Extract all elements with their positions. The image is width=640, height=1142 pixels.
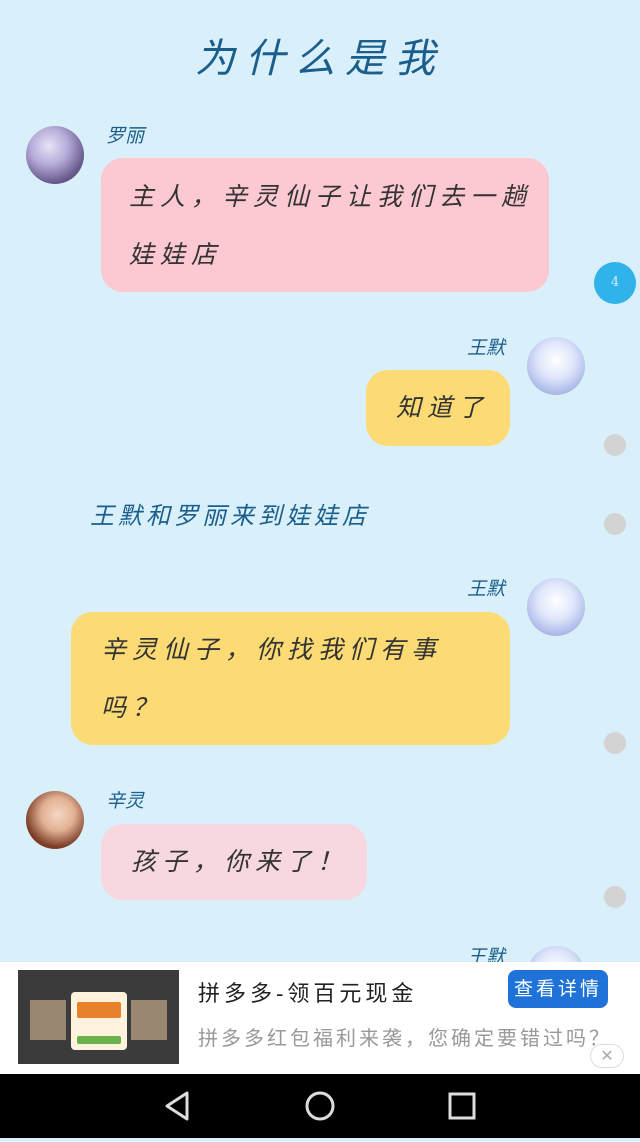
speaker-name: 罗丽 [106,125,145,147]
avatar[interactable] [26,126,84,184]
message-bubble[interactable]: 主人，辛灵仙子让我们去一趟 娃娃店 [101,158,549,292]
page-title: 为什么是我 [195,36,445,82]
ad-banner[interactable]: 拼多多-领百元现金 拼多多红包福利来袭，您确定要错过吗？ 查看详情 ✕ [0,962,640,1074]
speaker-name: 王默 [467,578,506,600]
speaker-name: 辛灵 [106,790,145,812]
message-text: 知道了 [396,393,490,422]
message-bubble[interactable]: 辛灵仙子，你找我们有事 吗？ [71,612,510,745]
message-text: 娃娃店 [129,240,223,269]
status-dot [604,732,626,754]
message-bubble[interactable]: 孩子，你来了！ [101,824,367,900]
system-navigation-bar [0,1074,640,1138]
recent-apps-icon[interactable] [422,1074,502,1138]
avatar[interactable] [26,791,84,849]
message-bubble[interactable]: 知道了 [366,370,510,446]
ad-thumbnail[interactable] [18,970,179,1064]
message-text: 主人，辛灵仙子让我们去一趟 [129,182,533,211]
view-details-button[interactable]: 查看详情 [508,970,608,1008]
status-dot [604,434,626,456]
status-dot [604,513,626,535]
speaker-name: 王默 [467,337,506,359]
red-packet-card [71,992,127,1050]
message-text: 辛灵仙子，你找我们有事 [101,635,443,664]
back-icon[interactable] [138,1074,218,1138]
close-icon[interactable]: ✕ [590,1044,624,1068]
avatar[interactable] [527,337,585,395]
status-dot [604,886,626,908]
ad-description: 拼多多红包福利来袭，您确定要错过吗？ [198,1026,612,1050]
avatar[interactable] [527,578,585,636]
ad-title[interactable]: 拼多多-领百元现金 [198,976,417,1008]
message-text: 吗？ [101,693,164,722]
home-icon[interactable] [280,1074,360,1138]
message-text: 孩子，你来了！ [131,847,349,876]
unread-badge[interactable]: 4 [594,262,636,304]
narration-text: 王默和罗丽来到娃娃店 [90,502,370,530]
